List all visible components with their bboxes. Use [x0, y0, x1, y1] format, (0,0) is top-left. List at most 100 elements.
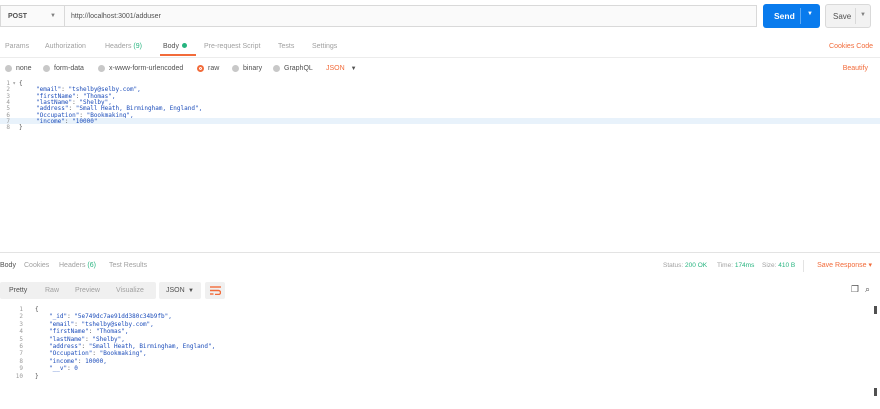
- copy-icon[interactable]: ❐: [851, 284, 859, 295]
- code-line: 3 "email": "tshelby@selby.com",: [0, 321, 880, 328]
- chevron-down-icon: ▼: [350, 66, 357, 72]
- url-input[interactable]: http://localhost:3001/adduser: [64, 5, 757, 27]
- language-select[interactable]: JSON ▼: [326, 65, 357, 72]
- request-url-bar: POST ▼ http://localhost:3001/adduser Sen…: [0, 0, 880, 36]
- tab-label: Test Results: [109, 262, 148, 269]
- tab-count: (9): [133, 43, 142, 50]
- radio-label: binary: [243, 65, 263, 72]
- request-tabs: Params Authorization Headers (9) Body Pr…: [0, 36, 880, 58]
- beautify-link[interactable]: Beautify: [843, 65, 868, 72]
- format-select[interactable]: JSON ▼: [159, 282, 201, 299]
- tab-body[interactable]: Body: [163, 43, 187, 50]
- radio-raw[interactable]: raw: [197, 65, 219, 72]
- tab-pre-request-script[interactable]: Pre-request Script: [204, 43, 260, 50]
- chevron-down-icon[interactable]: ▼: [860, 12, 866, 18]
- radio-binary[interactable]: binary: [232, 65, 262, 72]
- time-value: 174ms: [734, 262, 755, 269]
- request-body-editor[interactable]: 1 ▾{2 "email": "tshelby@selby.com", 3 "first…: [0, 80, 880, 250]
- tab-label: Pre-request Script: [204, 43, 261, 50]
- save-response-button[interactable]: Save Response ▾: [817, 261, 872, 269]
- tab-params[interactable]: Params: [5, 43, 29, 50]
- radio-icon: [273, 65, 280, 72]
- line-number: 6: [19, 343, 23, 350]
- code-text: "address": "Small Heath, Birmingham, Eng…: [49, 343, 216, 350]
- response-tab-cookies[interactable]: Cookies: [24, 262, 49, 269]
- code-line: 1{: [0, 306, 880, 313]
- time-label: Time:: [717, 262, 734, 269]
- tab-headers[interactable]: Headers (9): [105, 43, 142, 50]
- mode-raw[interactable]: Raw: [45, 287, 59, 294]
- tab-label: Params: [5, 43, 30, 50]
- response-actions: ❐ ⌕: [851, 284, 870, 295]
- status-value: 200 OK: [685, 262, 708, 269]
- radio-icon: [232, 65, 239, 72]
- code-line: 7 "Occupation": "Bookmaking",: [0, 350, 880, 357]
- tab-settings[interactable]: Settings: [312, 43, 337, 50]
- line-number: 5: [19, 335, 23, 343]
- radio-none[interactable]: none: [5, 65, 32, 72]
- tab-label: Settings: [312, 43, 338, 50]
- code-text: "__v": 0: [49, 365, 78, 373]
- code-text: "email": "tshelby@selby.com",: [49, 320, 154, 328]
- line-number: 1: [19, 306, 23, 313]
- code-line: 8 "income": 10000,: [0, 358, 880, 365]
- code-line: 6 "address": "Small Heath, Birmingham, En…: [0, 343, 880, 350]
- radio-label: form-data: [54, 65, 84, 72]
- line-number: 2: [19, 313, 23, 321]
- mode-pretty[interactable]: Pretty: [9, 287, 27, 294]
- save-button[interactable]: Save ▼: [825, 4, 871, 28]
- response-toolbar: Pretty Raw Preview Visualize JSON ▼ ❐ ⌕: [0, 278, 880, 302]
- method-select[interactable]: POST ▼: [0, 5, 64, 27]
- tab-authorization[interactable]: Authorization: [45, 43, 86, 50]
- radio-label: none: [16, 65, 32, 72]
- tab-tests[interactable]: Tests: [278, 43, 294, 50]
- mode-preview[interactable]: Preview: [75, 287, 100, 294]
- radio-label: x-www-form-urlencoded: [109, 65, 184, 72]
- line-number: 8: [6, 124, 10, 132]
- radio-graphql[interactable]: GraphQL: [273, 65, 313, 72]
- response-body-viewer[interactable]: 1{2 "_id": "5e749dc7ae91dd380c34b9fb", 3 "e…: [0, 306, 880, 406]
- size-label: Size:: [762, 262, 777, 269]
- line-number: 9: [19, 365, 23, 373]
- save-response-label: Save Response: [817, 262, 867, 269]
- code-line: 2 "_id": "5e749dc7ae91dd380c34b9fb",: [0, 313, 880, 320]
- scrollbar-bottom[interactable]: [874, 388, 877, 396]
- search-icon[interactable]: ⌕: [865, 284, 870, 295]
- body-type-selector: none form-data x-www-form-urlencoded raw…: [0, 58, 880, 78]
- radio-form-data[interactable]: form-data: [43, 65, 84, 72]
- response-tab-headers[interactable]: Headers (6): [59, 262, 96, 269]
- mode-visualize[interactable]: Visualize: [116, 287, 144, 294]
- size-readout: Size: 410 B: [762, 262, 795, 269]
- wrap-lines-button[interactable]: [205, 282, 225, 299]
- line-number: 3: [19, 320, 23, 328]
- code-text: "lastName": "Shelby",: [49, 335, 125, 343]
- response-tab-body[interactable]: Body: [0, 262, 16, 269]
- code-text: "Occupation": "Bookmaking",: [49, 350, 147, 358]
- radio-x-www-form-urlencoded[interactable]: x-www-form-urlencoded: [98, 65, 183, 72]
- line-number: 8: [19, 357, 23, 365]
- send-button[interactable]: Send ▼: [763, 4, 820, 28]
- radio-selected-icon: [197, 65, 204, 72]
- tab-label: Authorization: [45, 43, 86, 50]
- tab-count: (6): [87, 262, 96, 269]
- radio-icon: [5, 65, 12, 72]
- chevron-down-icon[interactable]: ▼: [807, 11, 813, 17]
- cookies-code-links[interactable]: Cookies Code: [829, 43, 873, 50]
- scrollbar-top[interactable]: [874, 306, 877, 314]
- response-tab-test-results[interactable]: Test Results: [109, 262, 147, 269]
- code-line: 5 "lastName": "Shelby",: [0, 336, 880, 343]
- tab-label: Headers: [105, 43, 132, 50]
- active-dot-icon: [181, 43, 187, 48]
- status-label: Status:: [663, 262, 684, 269]
- code-text: }: [19, 124, 23, 132]
- radio-label: raw: [208, 65, 220, 72]
- radio-icon: [98, 65, 105, 72]
- view-mode-group: Pretty Raw Preview Visualize: [0, 282, 156, 299]
- radio-icon: [43, 65, 50, 72]
- send-label: Send: [774, 11, 795, 21]
- chevron-down-icon: ▼: [50, 13, 56, 19]
- code-line: 8}: [0, 124, 880, 131]
- tab-label: Cookies: [24, 262, 50, 269]
- status-divider: [803, 260, 804, 272]
- save-divider: [855, 8, 856, 24]
